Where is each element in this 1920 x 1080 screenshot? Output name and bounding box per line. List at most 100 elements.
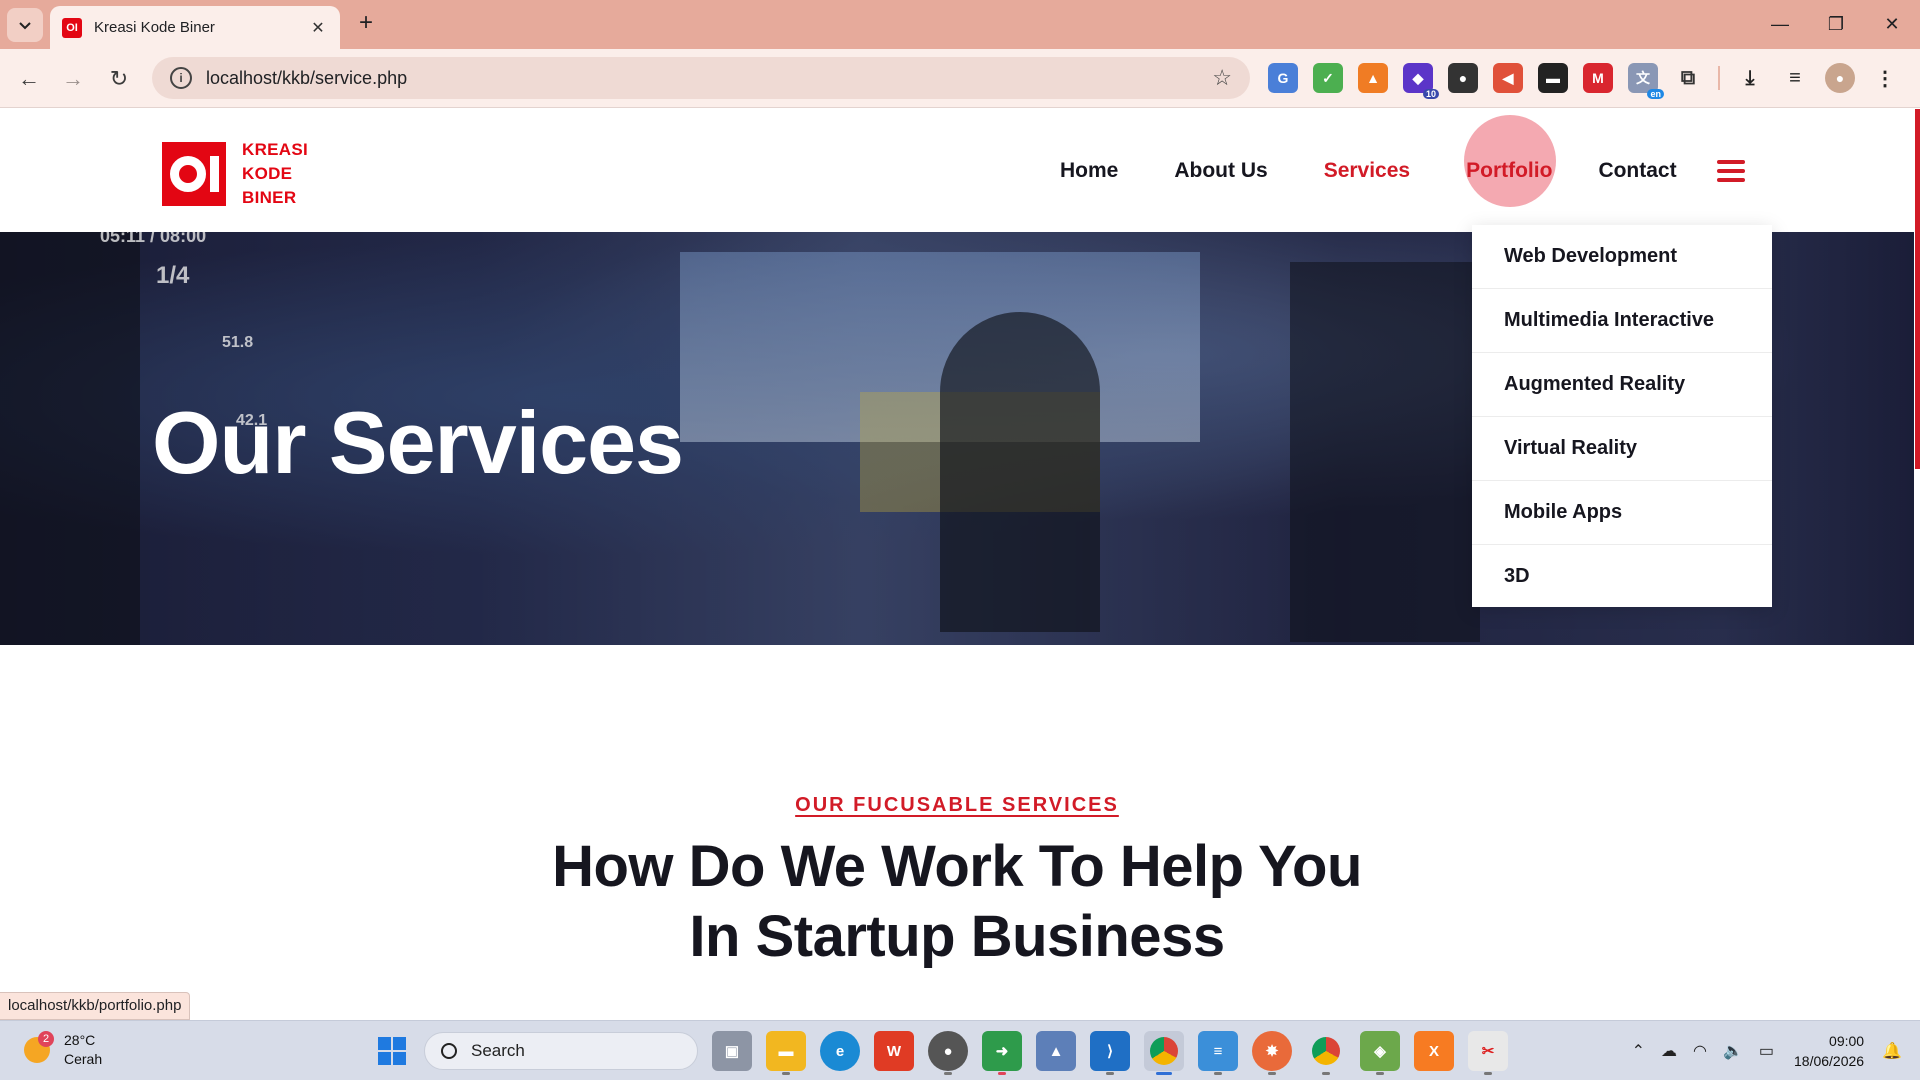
language-extension-icon[interactable]: 文 en — [1628, 63, 1664, 99]
section-heading-line-1: How Do We Work To Help You — [552, 834, 1362, 899]
close-tab-icon[interactable]: ✕ — [308, 18, 328, 38]
tray-icons: ⌃ ☁ ◠ 🔈 ▭ — [1632, 1041, 1774, 1061]
windows-start-icon[interactable] — [378, 1037, 406, 1065]
chrome-active-icon[interactable] — [1144, 1031, 1184, 1075]
extensions-bar: G ✓ ▲ ◆ 10 ● ◀ ▬ M 文 en ⧉ ⤓ ≡ ● ⋮ — [1268, 63, 1900, 99]
bookmark-star-icon[interactable]: ☆ — [1212, 65, 1232, 91]
wps-office-icon[interactable]: W — [874, 1031, 914, 1071]
extension-red-icon[interactable]: M — [1583, 63, 1613, 93]
taskbar: 2 28°C Cerah Search ▣ ▬ e W ● ➜ ▲ ⟩ ≡ ✸ … — [0, 1020, 1920, 1080]
dropdown-item-augmented-reality[interactable]: Augmented Reality — [1472, 353, 1772, 417]
file-explorer-icon[interactable]: ▬ — [766, 1031, 806, 1075]
toolbar-divider — [1718, 66, 1720, 90]
extension-orange-icon[interactable]: ▲ — [1358, 63, 1388, 93]
vscode-icon[interactable]: ⟩ — [1090, 1031, 1130, 1075]
clock-time: 09:00 — [1829, 1033, 1865, 1049]
menu-kebab-icon[interactable]: ⋮ — [1870, 63, 1900, 93]
photos-app-icon[interactable]: ▲ — [1036, 1031, 1076, 1071]
weather-widget[interactable]: 2 28°C Cerah — [24, 1031, 102, 1069]
extension-circle-icon[interactable]: ● — [1448, 63, 1478, 93]
browser-tab[interactable]: OI Kreasi Kode Biner ✕ — [50, 6, 340, 49]
weather-condition: Cerah — [64, 1051, 103, 1067]
portfolio-dropdown-menu: Web Development Multimedia Interactive A… — [1472, 225, 1772, 607]
tab-search-button[interactable] — [7, 8, 43, 42]
nav-home[interactable]: Home — [1060, 159, 1118, 183]
media-control-icon[interactable]: ≡ — [1780, 63, 1810, 93]
section-heading: How Do We Work To Help You In Startup Bu… — [0, 832, 1914, 972]
system-clock[interactable]: 09:00 18/06/2026 — [1794, 1031, 1864, 1071]
main-nav: Home About Us Services Portfolio Contact — [1060, 109, 1745, 232]
edge-browser-icon[interactable]: e — [820, 1031, 860, 1071]
dropdown-item-3d[interactable]: 3D — [1472, 545, 1772, 607]
battery-icon[interactable]: ▭ — [1759, 1041, 1774, 1061]
dropdown-item-virtual-reality[interactable]: Virtual Reality — [1472, 417, 1772, 481]
extension-dark-icon[interactable]: ▬ — [1538, 63, 1568, 93]
package-app-icon[interactable]: ◈ — [1360, 1031, 1400, 1075]
logo-text: KREASI KODE BINER — [242, 138, 308, 210]
back-arrow-icon[interactable]: ← — [14, 64, 44, 94]
site-logo[interactable]: KREASI KODE BINER — [162, 138, 308, 210]
nav-about[interactable]: About Us — [1174, 159, 1267, 183]
sheets-app-icon[interactable]: ➜ — [982, 1031, 1022, 1075]
logo-mark-icon — [162, 142, 226, 206]
volume-icon[interactable]: 🔈 — [1723, 1041, 1743, 1061]
extension-purple-icon[interactable]: ◆ 10 — [1403, 63, 1439, 99]
dropdown-item-mobile-apps[interactable]: Mobile Apps — [1472, 481, 1772, 545]
github-desktop-icon[interactable]: ● — [928, 1031, 968, 1075]
close-window-icon[interactable]: ✕ — [1864, 0, 1920, 49]
address-url[interactable]: localhost/kkb/service.php — [206, 68, 1212, 89]
logo-line-2: KODE — [242, 164, 293, 183]
dropdown-item-multimedia[interactable]: Multimedia Interactive — [1472, 289, 1772, 353]
download-icon[interactable]: ⤓ — [1735, 63, 1765, 93]
chrome-profile-icon[interactable] — [1306, 1031, 1346, 1075]
site-header: KREASI KODE BINER Home About Us Services… — [0, 109, 1914, 232]
reload-icon[interactable]: ↻ — [104, 64, 134, 94]
browser-toolbar: ← → ↻ i localhost/kkb/service.php ☆ G ✓ … — [0, 49, 1920, 108]
extension-badge: 10 — [1422, 89, 1439, 99]
restore-icon[interactable]: ❐ — [1808, 0, 1864, 49]
weather-badge: 2 — [38, 1031, 54, 1047]
minimize-icon[interactable]: — — [1752, 0, 1808, 49]
notification-bell-icon[interactable]: 🔔 — [1882, 1041, 1902, 1061]
chevron-down-icon — [19, 22, 31, 30]
wifi-icon[interactable]: ◠ — [1693, 1041, 1707, 1061]
new-tab-button[interactable]: + — [352, 10, 380, 38]
hero-image-operator — [940, 312, 1100, 632]
language-badge: en — [1647, 89, 1664, 99]
hud-speed: 51.8 — [222, 334, 254, 351]
claude-app-icon[interactable]: ✸ — [1252, 1031, 1292, 1075]
nav-contact[interactable]: Contact — [1598, 159, 1676, 183]
notepad-icon[interactable]: ≡ — [1198, 1031, 1238, 1075]
logo-line-1: KREASI — [242, 140, 309, 159]
tab-title: Kreasi Kode Biner — [94, 19, 215, 36]
dropdown-item-web-development[interactable]: Web Development — [1472, 225, 1772, 289]
system-tray: ⌃ ☁ ◠ 🔈 ▭ 09:00 18/06/2026 🔔 — [1632, 1021, 1920, 1080]
nav-portfolio-wrap: Portfolio — [1464, 114, 1557, 207]
chevron-up-icon[interactable]: ⌃ — [1632, 1041, 1645, 1061]
status-bar-url: localhost/kkb/portfolio.php — [0, 992, 191, 1020]
browser-tabstrip: OI Kreasi Kode Biner ✕ + — ❐ ✕ — [0, 0, 1920, 49]
profile-avatar[interactable]: ● — [1825, 63, 1855, 93]
section-subtitle-text: OUR FUCUSABLE SERVICES — [795, 794, 1119, 816]
section-heading-line-2: In Startup Business — [689, 904, 1225, 969]
page-scrollbar[interactable] — [1915, 109, 1920, 469]
nav-portfolio[interactable]: Portfolio — [1466, 159, 1552, 182]
xampp-icon[interactable]: X — [1414, 1031, 1454, 1071]
taskbar-search[interactable]: Search — [424, 1032, 698, 1070]
forward-arrow-icon[interactable]: → — [58, 64, 88, 94]
hamburger-menu-icon[interactable] — [1716, 159, 1745, 182]
cloud-icon[interactable]: ☁ — [1661, 1041, 1677, 1061]
site-info-icon[interactable]: i — [170, 67, 192, 89]
hero-title: Our Services — [152, 393, 684, 492]
nav-services[interactable]: Services — [1324, 159, 1410, 183]
megaphone-extension-icon[interactable]: ◀ — [1493, 63, 1523, 93]
snipping-tool-icon[interactable]: ✂ — [1468, 1031, 1508, 1075]
puzzle-extensions-icon[interactable]: ⧉ — [1673, 63, 1703, 93]
task-view-icon[interactable]: ▣ — [712, 1031, 752, 1071]
search-icon — [441, 1043, 457, 1059]
hero-image-right-panel — [1290, 262, 1480, 642]
extension-green-icon[interactable]: ✓ — [1313, 63, 1343, 93]
address-bar[interactable]: i localhost/kkb/service.php ☆ — [152, 57, 1250, 99]
translate-extension-icon[interactable]: G — [1268, 63, 1298, 93]
sun-icon: 2 — [24, 1031, 54, 1063]
